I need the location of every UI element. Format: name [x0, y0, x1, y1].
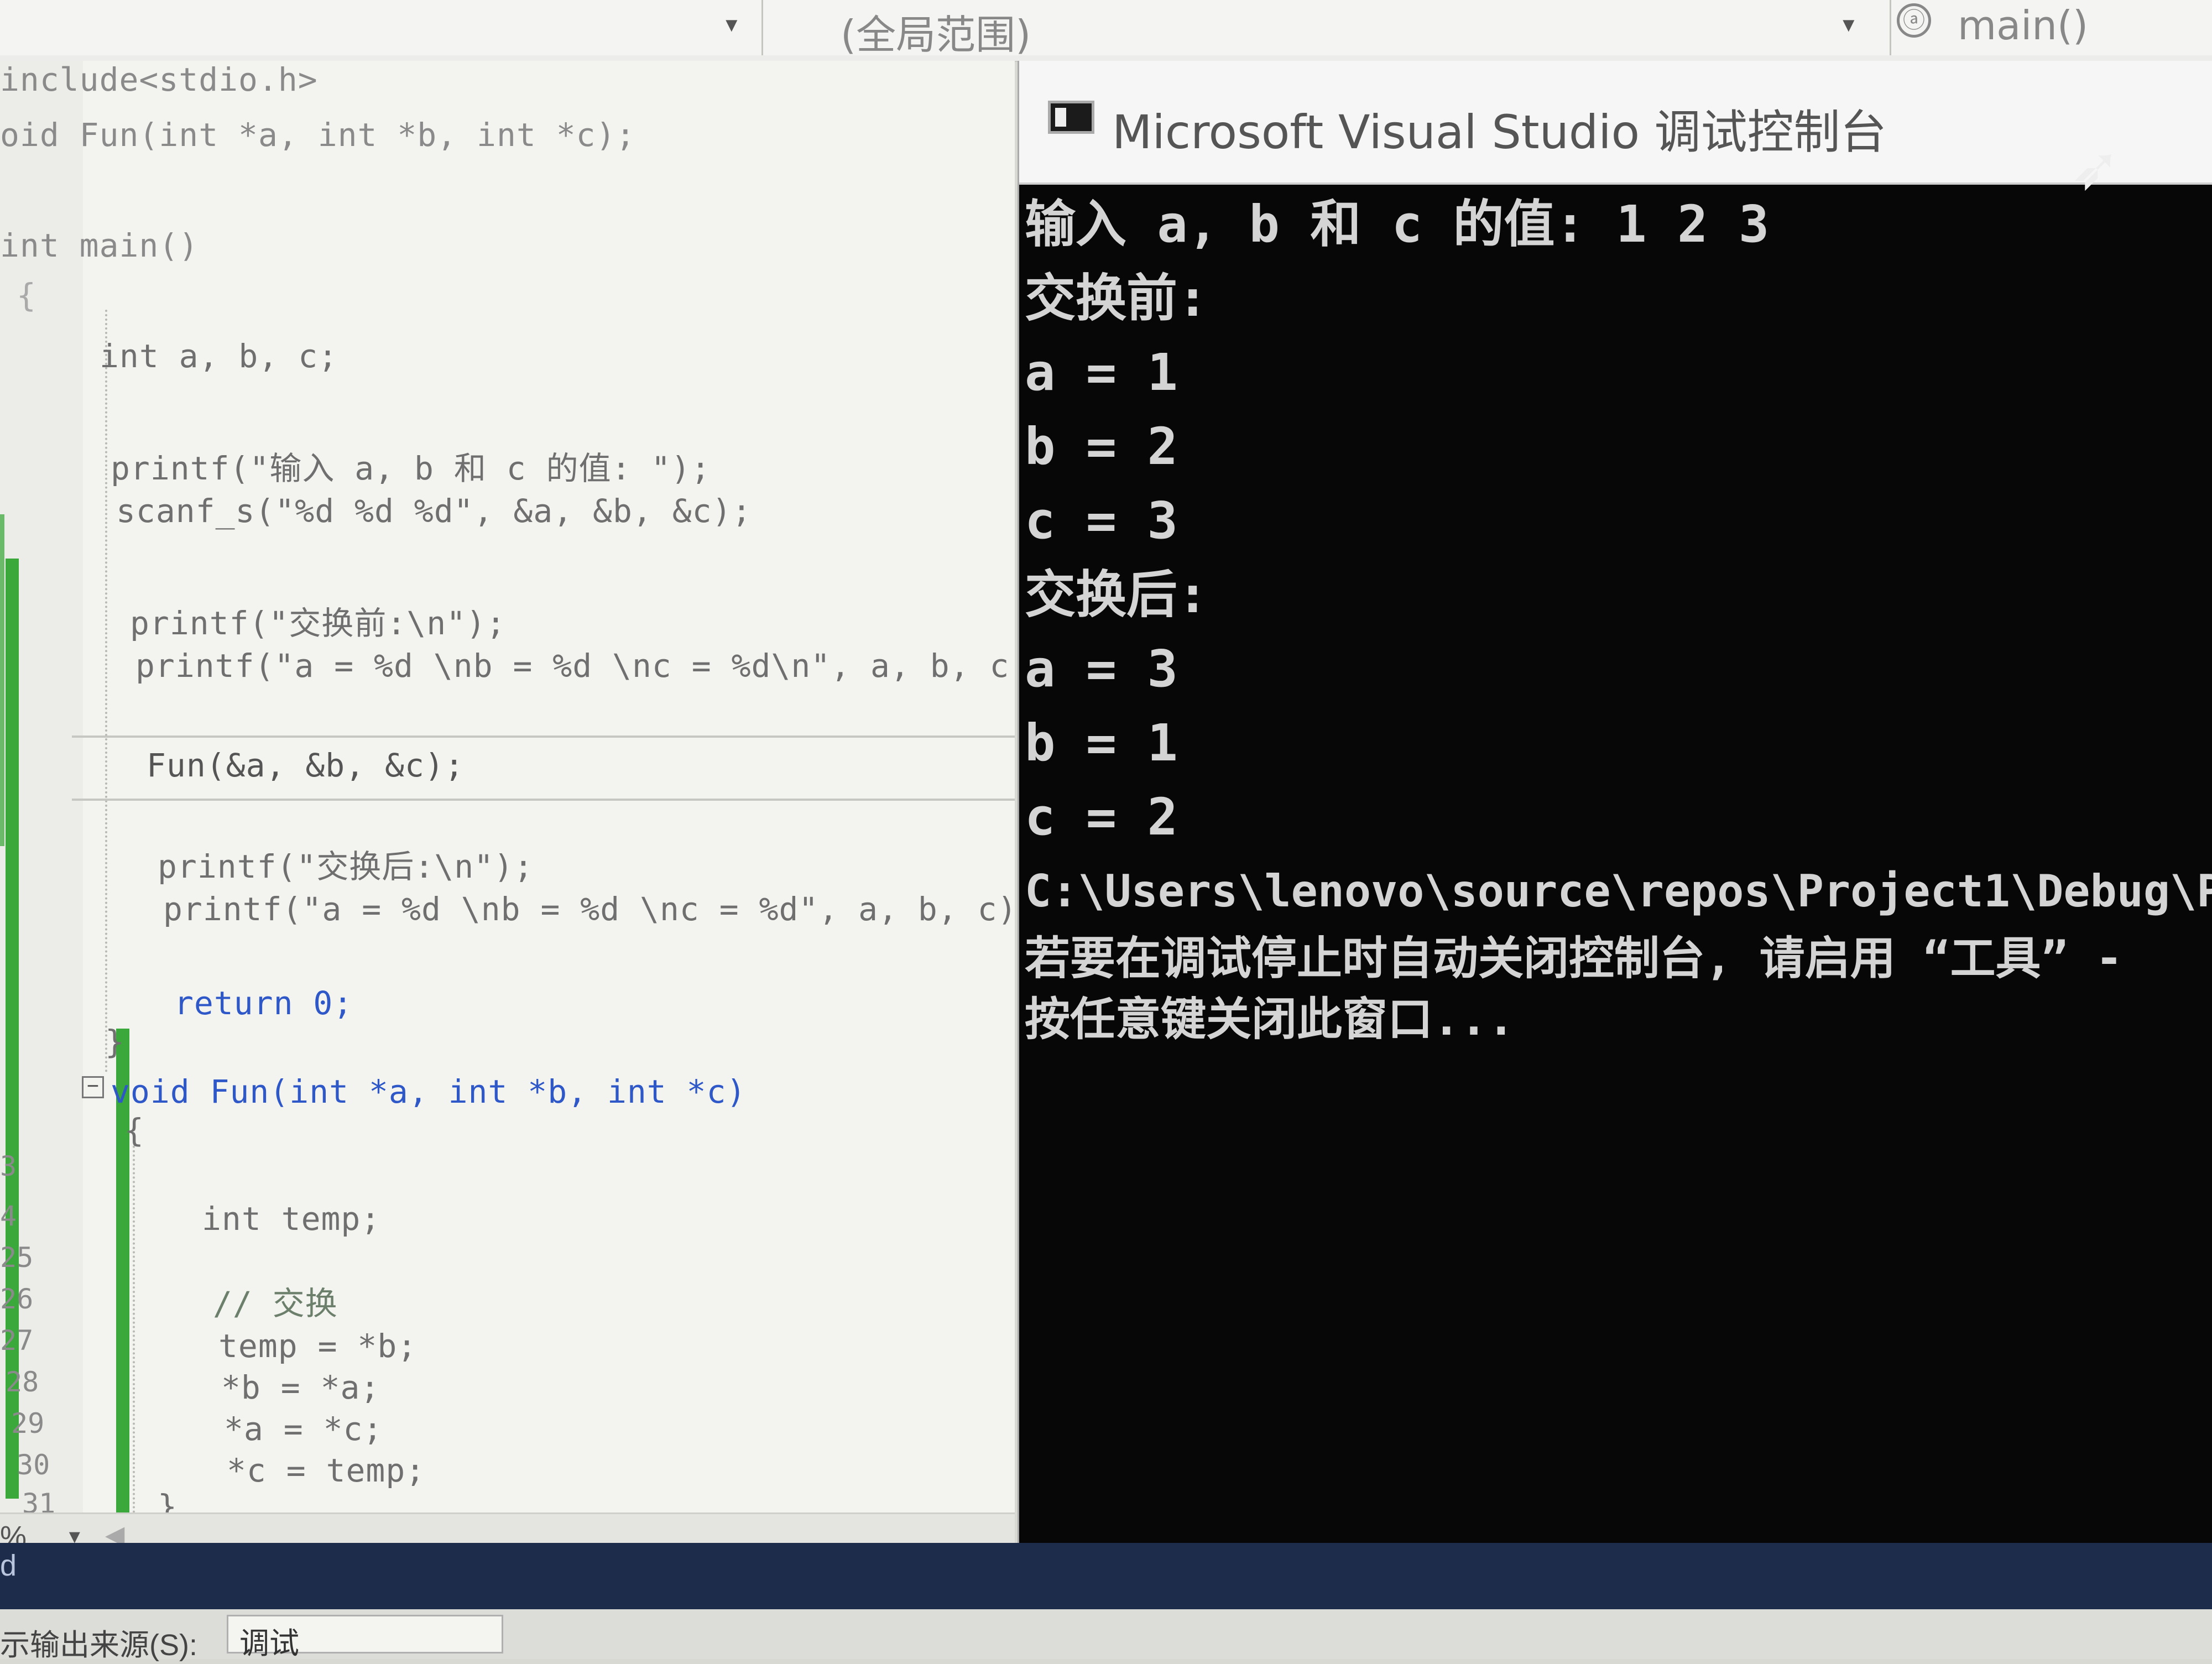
change-marker — [0, 514, 4, 846]
indent-guide — [133, 1128, 135, 1548]
line-number: 27 — [0, 1324, 34, 1357]
console-line: a = 1 — [1025, 343, 1178, 402]
code-line: void Fun(int *a, int *b, int *c) — [111, 1073, 747, 1110]
change-marker — [6, 559, 19, 1499]
function-icon: ⓐ — [1897, 3, 1931, 38]
output-source-dropdown[interactable]: 调试 — [227, 1615, 503, 1660]
output-pane-header: 示输出来源(S): 调试 — [0, 1609, 2212, 1662]
code-line: *b = *a; — [221, 1369, 380, 1406]
status-bar: d — [0, 1543, 2212, 1609]
console-line: 输入 a, b 和 c 的值: 1 2 3 — [1025, 195, 1770, 254]
navigation-bar: ▼ (全局范围) ▼ ⓐ main() — [0, 0, 2212, 62]
status-text: d — [0, 1549, 17, 1582]
console-output: 输入 a, b 和 c 的值: 1 2 3 交换前: a = 1 b = 2 c… — [1025, 177, 2212, 1061]
debug-console-window[interactable]: Microsoft Visual Studio 调试控制台 ➶ 输入 a, b … — [1018, 61, 2212, 1626]
line-number: 26 — [0, 1283, 34, 1315]
function-dropdown[interactable]: ⓐ main() — [1891, 0, 2212, 55]
code-line: printf("a = %d \nb = %d \nc = %d", a, b,… — [163, 890, 1018, 928]
line-number: 30 — [17, 1449, 50, 1481]
console-line: b = 2 — [1025, 417, 1178, 476]
console-app-icon — [1048, 101, 1094, 134]
console-line: 若要在调试停止时自动关闭控制台, 请启用 “工具” - — [1025, 932, 2123, 985]
line-number: 29 — [11, 1407, 45, 1439]
code-line: printf("交换前:\n"); — [130, 604, 506, 642]
console-line: 按任意键关闭此窗口... — [1025, 993, 1515, 1046]
code-line: { — [17, 277, 36, 314]
line-number: 28 — [6, 1366, 39, 1398]
console-line: c = 2 — [1025, 787, 1178, 847]
console-line: 交换后: — [1025, 565, 1208, 624]
collapse-toggle[interactable]: − — [82, 1076, 104, 1098]
console-line: 交换前: — [1025, 269, 1208, 328]
code-line: printf("a = %d \nb = %d \nc = %d\n", a, … — [135, 647, 1010, 685]
console-line: a = 3 — [1025, 639, 1178, 698]
code-line: } — [105, 1023, 125, 1061]
chevron-down-icon: ▼ — [722, 13, 742, 36]
function-value: main() — [1958, 2, 2089, 49]
chevron-down-icon: ▼ — [1839, 13, 1859, 36]
code-line: { — [124, 1112, 144, 1149]
console-titlebar[interactable]: Microsoft Visual Studio 调试控制台 ➶ — [1019, 61, 2212, 202]
code-line: *c = temp; — [227, 1452, 426, 1489]
scope-value: (全局范围) — [841, 12, 1031, 58]
indent-guide — [105, 310, 107, 1073]
console-title: Microsoft Visual Studio 调试控制台 — [1112, 105, 1887, 159]
line-number: 25 — [0, 1242, 34, 1274]
code-line: *a = *c; — [224, 1410, 383, 1448]
code-line: int temp; — [202, 1200, 381, 1238]
code-line: printf("输入 a, b 和 c 的值: "); — [111, 450, 711, 487]
code-line: printf("交换后:\n"); — [158, 848, 534, 885]
code-line: Fun(&a, &b, &c); — [147, 747, 465, 784]
console-line: c = 3 — [1025, 491, 1178, 550]
code-line: return 0; — [174, 984, 353, 1022]
code-line: scanf_s("%d %d %d", &a, &b, &c); — [116, 492, 752, 530]
code-line: temp = *b; — [218, 1327, 418, 1365]
code-line: include<stdio.h> — [0, 61, 318, 98]
line-number: 4 — [0, 1200, 17, 1232]
code-line: int main() — [0, 227, 199, 264]
code-line: // 交换 — [213, 1285, 338, 1322]
console-line: C:\Users\lenovo\source\repos\Project1\De… — [1025, 865, 2212, 917]
output-source-label: 示输出来源(S): — [0, 1629, 197, 1662]
code-editor[interactable]: − include<stdio.h> oid Fun(int *a, int *… — [0, 61, 1018, 1576]
scope-dropdown[interactable]: (全局范围) ▼ — [763, 0, 1891, 58]
console-line: b = 1 — [1025, 713, 1178, 773]
code-line: int a, b, c; — [100, 337, 338, 375]
line-number: 3 — [0, 1150, 17, 1182]
project-scope-dropdown[interactable]: ▼ — [0, 0, 763, 55]
code-line: oid Fun(int *a, int *b, int *c); — [0, 116, 636, 154]
